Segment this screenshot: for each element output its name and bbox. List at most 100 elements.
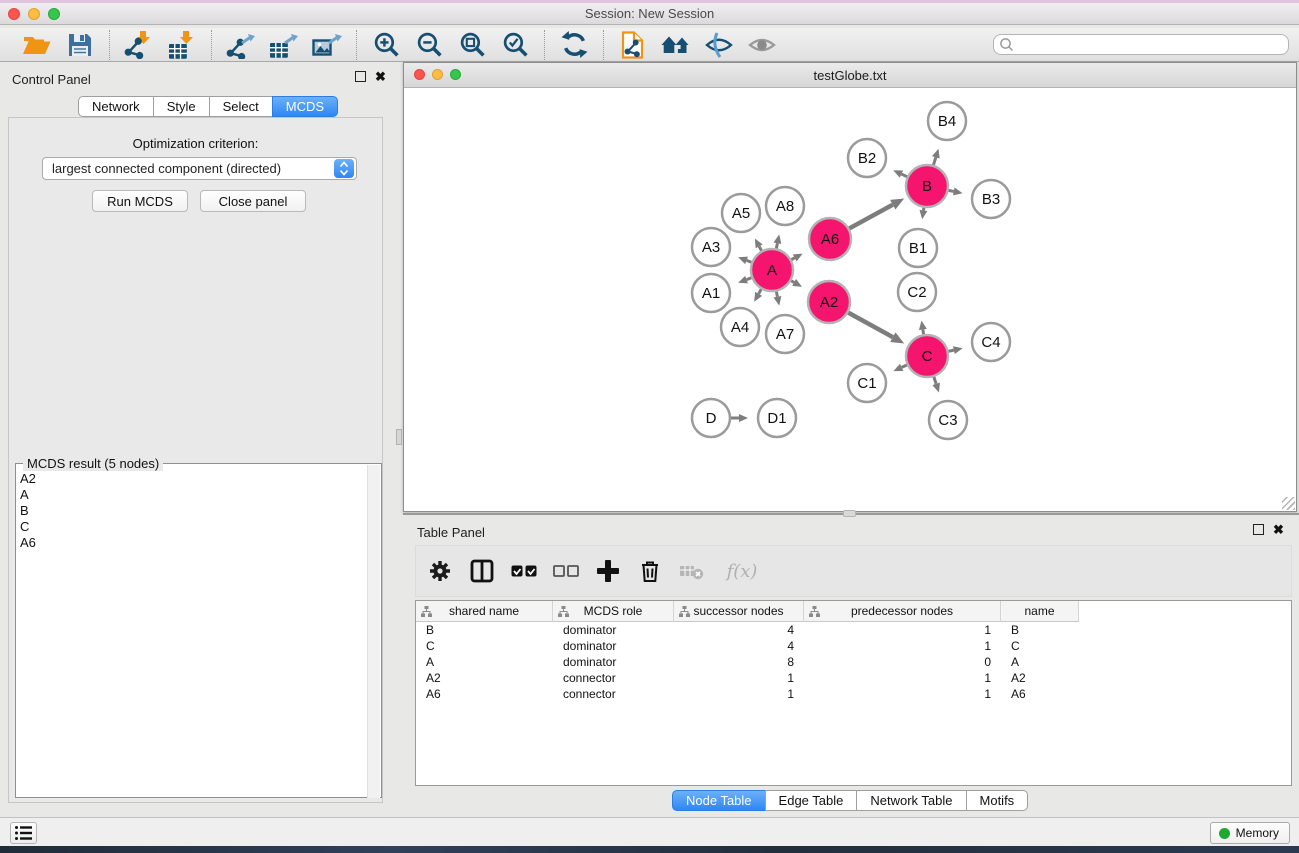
edge-A-A2[interactable] — [791, 281, 794, 283]
tab-network-table[interactable]: Network Table — [856, 790, 966, 811]
column-header-name[interactable]: name — [1001, 601, 1079, 622]
table-row[interactable]: Adominator80A — [416, 654, 1291, 670]
close-table-panel-icon[interactable]: ✖ — [1273, 524, 1284, 535]
float-table-panel-icon[interactable] — [1253, 524, 1264, 535]
tab-edge-table[interactable]: Edge Table — [765, 790, 858, 811]
zoom-network-window-button[interactable] — [450, 69, 461, 80]
table-cell[interactable]: C — [1001, 638, 1079, 654]
network-graph[interactable]: B4B2BB3A5A8A6B1A3AC2A1A2A4A7C4CC1C3DD1 — [404, 89, 1296, 511]
float-panel-icon[interactable] — [355, 71, 366, 82]
export-network-button[interactable] — [221, 30, 261, 60]
search-input[interactable] — [993, 34, 1289, 55]
delete-columns-button[interactable] — [636, 556, 664, 586]
window-resize-grip[interactable] — [1282, 497, 1295, 510]
horizontal-splitter-grip[interactable] — [843, 510, 856, 517]
open-file-button[interactable] — [17, 30, 57, 60]
zoom-out-button[interactable] — [409, 30, 449, 60]
network-canvas[interactable]: B4B2BB3A5A8A6B1A3AC2A1A2A4A7C4CC1C3DD1 — [404, 89, 1296, 511]
table-cell[interactable]: A2 — [416, 670, 553, 686]
table-cell[interactable]: dominator — [553, 638, 674, 654]
table-cell[interactable]: A — [1001, 654, 1079, 670]
network-window-controls[interactable] — [414, 69, 461, 80]
column-header-successor-nodes[interactable]: successor nodes — [674, 601, 804, 622]
edge-A-A7[interactable] — [776, 292, 777, 297]
show-graphics-details-button[interactable] — [742, 30, 782, 60]
select-all-columns-button[interactable] — [510, 556, 538, 586]
table-row[interactable]: Bdominator41B — [416, 622, 1291, 638]
table-cell[interactable]: 1 — [674, 670, 804, 686]
column-header-predecessor-nodes[interactable]: predecessor nodes — [804, 601, 1001, 622]
table-cell[interactable]: A6 — [416, 686, 553, 702]
tab-mcds[interactable]: MCDS — [272, 96, 338, 117]
table-cell[interactable]: 4 — [674, 622, 804, 638]
edge-C-C3[interactable] — [934, 377, 936, 384]
edge-A-A8[interactable] — [776, 243, 777, 248]
split-columns-button[interactable] — [468, 556, 496, 586]
mcds-result-list[interactable]: A2ABCA6 — [20, 471, 36, 551]
column-header-shared-name[interactable]: shared name — [416, 601, 553, 622]
mcds-result-item[interactable]: A — [20, 487, 36, 503]
criterion-dropdown[interactable]: largest connected component (directed) — [42, 157, 357, 180]
table-cell[interactable]: A6 — [1001, 686, 1079, 702]
table-cell[interactable]: A — [416, 654, 553, 670]
edge-A-A5[interactable] — [759, 246, 761, 250]
table-row[interactable]: Cdominator41C — [416, 638, 1291, 654]
tab-select[interactable]: Select — [209, 96, 273, 117]
table-cell[interactable]: 1 — [804, 686, 1001, 702]
mcds-result-item[interactable]: A2 — [20, 471, 36, 487]
table-cell[interactable]: A2 — [1001, 670, 1079, 686]
import-table-button[interactable] — [162, 30, 202, 60]
edge-A-A1[interactable] — [747, 278, 752, 280]
settings-gear-button[interactable] — [426, 556, 454, 586]
edge-C-C1[interactable] — [902, 365, 907, 367]
tab-style[interactable]: Style — [153, 96, 210, 117]
minimize-window-button[interactable] — [28, 8, 40, 20]
table-cell[interactable]: 8 — [674, 654, 804, 670]
table-cell[interactable]: B — [1001, 622, 1079, 638]
import-network-button[interactable] — [119, 30, 159, 60]
close-network-window-button[interactable] — [414, 69, 425, 80]
unselect-all-columns-button[interactable] — [552, 556, 580, 586]
open-session-file-button[interactable] — [613, 30, 653, 60]
edge-A-A3[interactable] — [747, 260, 752, 262]
table-cell[interactable]: connector — [553, 686, 674, 702]
table-cell[interactable]: 1 — [804, 670, 1001, 686]
save-session-button[interactable] — [60, 30, 100, 60]
home-view-button[interactable] — [656, 30, 696, 60]
tab-motifs[interactable]: Motifs — [966, 790, 1029, 811]
result-scrollbar[interactable] — [367, 465, 380, 798]
memory-button[interactable]: Memory — [1210, 822, 1290, 844]
edge-A-A6[interactable] — [791, 258, 794, 260]
table-cell[interactable]: connector — [553, 670, 674, 686]
table-cell[interactable]: dominator — [553, 622, 674, 638]
mcds-result-item[interactable]: C — [20, 519, 36, 535]
table-body[interactable]: Bdominator41BCdominator41CAdominator80AA… — [416, 622, 1291, 702]
table-cell[interactable]: 1 — [804, 622, 1001, 638]
edge-A-A4[interactable] — [759, 289, 762, 294]
tab-node-table[interactable]: Node Table — [672, 790, 766, 811]
table-cell[interactable]: B — [416, 622, 553, 638]
run-mcds-button[interactable]: Run MCDS — [92, 190, 188, 212]
table-row[interactable]: A2connector11A2 — [416, 670, 1291, 686]
column-header-MCDS-role[interactable]: MCDS role — [553, 601, 674, 622]
mcds-result-item[interactable]: B — [20, 503, 36, 519]
table-cell[interactable]: 1 — [804, 638, 1001, 654]
table-cell[interactable]: 1 — [674, 686, 804, 702]
zoom-window-button[interactable] — [48, 8, 60, 20]
splitter-grip-left[interactable] — [396, 429, 402, 445]
tab-network[interactable]: Network — [78, 96, 154, 117]
show-panels-button[interactable] — [10, 822, 37, 844]
edge-A6-B[interactable] — [849, 205, 892, 229]
network-window-titlebar[interactable]: testGlobe.txt — [404, 63, 1296, 88]
zoom-in-button[interactable] — [366, 30, 406, 60]
edge-A2-C[interactable] — [848, 313, 893, 338]
table-row[interactable]: A6connector11A6 — [416, 686, 1291, 702]
refresh-view-button[interactable] — [554, 30, 594, 60]
table-cell[interactable]: dominator — [553, 654, 674, 670]
close-window-button[interactable] — [8, 8, 20, 20]
table-cell[interactable]: 4 — [674, 638, 804, 654]
window-controls[interactable] — [8, 8, 60, 20]
export-image-button[interactable] — [307, 30, 347, 60]
table-header-row[interactable]: shared nameMCDS rolesuccessor nodesprede… — [416, 601, 1079, 622]
edge-C-C2[interactable] — [923, 330, 924, 335]
